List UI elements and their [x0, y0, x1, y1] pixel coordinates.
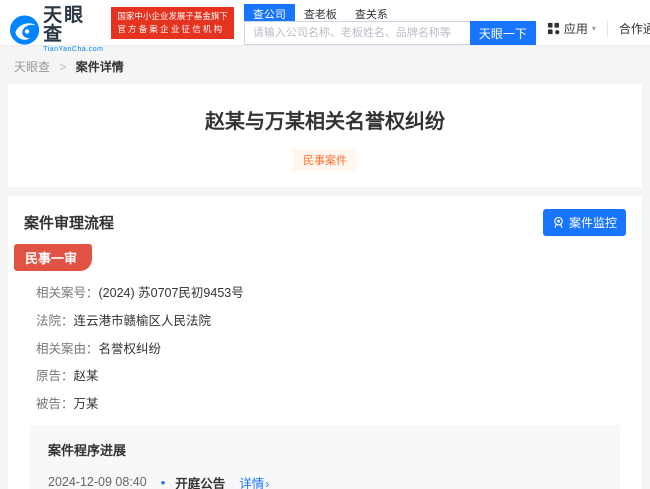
top-nav: 应用 ▾ 合作通道 ▾ 企 [536, 20, 650, 37]
case-monitor-button[interactable]: 案件监控 [542, 209, 626, 236]
field-case-number: 相关案号：(2024) 苏0707民初9453号 [36, 286, 244, 300]
tab-search-boss[interactable]: 查老板 [295, 4, 346, 21]
case-progress-card: 案件程序进展 2024-12-09 08:40 • 开庭公告 详情› [30, 424, 620, 489]
nav-apps[interactable]: 应用 ▾ [536, 20, 607, 37]
header-search: 查公司 查老板 查关系 天眼一下 [243, 4, 536, 45]
search-button[interactable]: 天眼一下 [469, 21, 536, 45]
chevron-down-icon: ▾ [591, 24, 596, 33]
section-title: 案件审理流程 [24, 215, 115, 232]
site-header: 天眼查 TianYanCha.com 国家中小企业发展子基金旗下 官方备案企业征… [0, 0, 650, 53]
search-input[interactable] [243, 21, 470, 45]
field-cause: 相关案由：名誉权纠纷 [36, 341, 162, 356]
case-title-card: 赵某与万某相关名誉权纠纷 民事案件 [8, 84, 642, 187]
nav-partner-channel[interactable]: 合作通道 ▾ [606, 20, 650, 37]
progress-event: 开庭公告 [175, 476, 226, 489]
tab-search-company[interactable]: 查公司 [243, 4, 295, 21]
case-type-tag: 民事案件 [293, 149, 357, 171]
page-title: 赵某与万某相关名誉权纠纷 [205, 111, 445, 133]
tab-search-relation[interactable]: 查关系 [346, 4, 397, 21]
tianyancha-logo-icon [10, 14, 40, 45]
monitor-camera-icon [554, 216, 563, 228]
breadcrumb-separator-icon: > [59, 60, 67, 74]
field-court: 法院：连云港市赣榆区人民法院 [36, 313, 212, 328]
chevron-right-icon: › [265, 476, 270, 489]
search-tabs: 查公司 查老板 查关系 [243, 4, 536, 21]
breadcrumb: 天眼查 > 案件详情 [0, 46, 650, 84]
timeline-dot-icon: • [160, 474, 166, 489]
case-process-card: 案件审理流程 案件监控 民事一审 相关案号：(2024) 苏0707民初9453… [8, 196, 642, 489]
progress-entry: 2024-12-09 08:40 • 开庭公告 详情› [48, 473, 602, 489]
case-fields: 相关案号：(2024) 苏0707民初9453号 法院：连云港市赣榆区人民法院 … [8, 271, 642, 414]
gov-certification-badge: 国家中小企业发展子基金旗下 官方备案企业征信机构 [111, 7, 234, 39]
breadcrumb-home[interactable]: 天眼查 [14, 60, 50, 74]
apps-grid-icon [547, 22, 560, 35]
breadcrumb-current: 案件详情 [75, 60, 124, 74]
brand-name: 天眼查 [43, 5, 86, 45]
progress-title: 案件程序进展 [48, 442, 127, 458]
trial-stage-badge: 民事一审 [14, 244, 93, 271]
progress-datetime: 2024-12-09 08:40 [48, 475, 147, 489]
field-plaintiff: 原告：赵某 [36, 369, 99, 384]
field-defendant: 被告：万某 [36, 397, 99, 411]
progress-detail-link[interactable]: 详情› [239, 473, 269, 489]
